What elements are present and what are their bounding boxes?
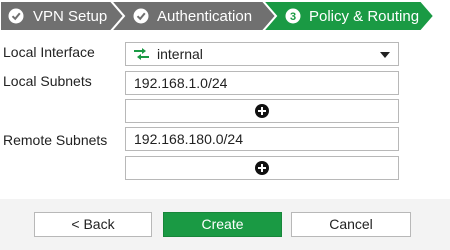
step-policy-routing-label: Policy & Routing: [309, 8, 419, 25]
add-remote-subnet-icon[interactable]: [255, 161, 269, 175]
local-interface-label: Local Interface: [3, 44, 95, 60]
check-circle-icon: [8, 8, 24, 24]
step-number: 3: [290, 11, 296, 23]
remote-subnets-label: Remote Subnets: [3, 132, 108, 148]
local-subnet-input[interactable]: 192.168.1.0/24: [125, 71, 399, 95]
interface-arrows-icon: [134, 48, 149, 60]
local-subnet-add-row[interactable]: [125, 99, 399, 123]
wizard-footer: < Back Create Cancel: [0, 199, 450, 250]
step-vpn-setup-label: VPN Setup: [33, 8, 107, 25]
chevron-down-icon[interactable]: [380, 52, 390, 58]
remote-subnet-input[interactable]: 192.168.180.0/24: [125, 127, 399, 151]
add-local-subnet-icon[interactable]: [255, 104, 269, 118]
step-authentication-label: Authentication: [157, 8, 252, 25]
local-subnets-label: Local Subnets: [3, 73, 92, 89]
remote-subnet-add-row[interactable]: [125, 156, 399, 180]
cancel-button[interactable]: Cancel: [291, 212, 411, 237]
back-button[interactable]: < Back: [34, 212, 152, 237]
step-number-badge: 3: [285, 8, 301, 24]
local-interface-select[interactable]: internal: [125, 42, 399, 66]
check-circle-icon: [133, 8, 149, 24]
local-interface-value: internal: [157, 46, 203, 62]
wizard-steps: VPN Setup Authentication 3 Policy & Rout…: [0, 0, 436, 32]
create-button[interactable]: Create: [163, 212, 282, 237]
